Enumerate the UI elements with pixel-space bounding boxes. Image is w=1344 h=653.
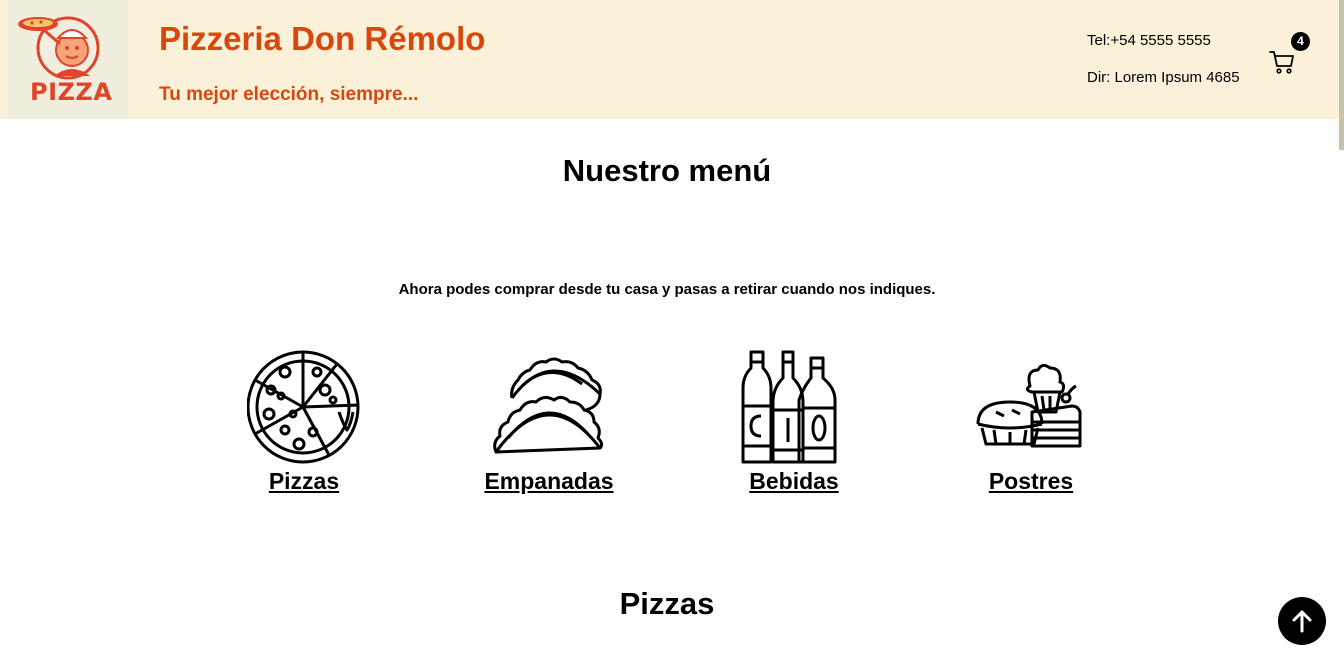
- cart-count-badge: 4: [1291, 32, 1310, 51]
- logo-text: PIZZA: [30, 78, 113, 106]
- cart-icon: [1269, 51, 1294, 74]
- address: Dir: Lorem Ipsum 4685: [1087, 69, 1240, 86]
- category-pizzas[interactable]: Pizzas: [204, 350, 404, 495]
- menu-intro-text: Ahora podes comprar desde tu casa y pasa…: [398, 281, 936, 298]
- category-postres[interactable]: Postres: [931, 350, 1131, 495]
- category-empanadas[interactable]: Empanadas: [449, 350, 649, 495]
- scrollbar-thumb[interactable]: [1339, 0, 1344, 150]
- cart-button[interactable]: [1268, 48, 1296, 76]
- site-header: PIZZA Pizzeria Don Rémolo Tu mejor elecc…: [0, 0, 1344, 119]
- dessert-icon: [976, 363, 1082, 448]
- section-title-pizzas: Pizzas: [619, 586, 715, 621]
- category-label[interactable]: Bebidas: [694, 468, 894, 495]
- empanada-icon: [493, 357, 604, 454]
- site-subtitle: Tu mejor elección, siempre...: [159, 84, 419, 105]
- phone-number: Tel:+54 5555 5555: [1087, 32, 1211, 49]
- category-bebidas[interactable]: Bebidas: [694, 350, 894, 495]
- menu-title: Nuestro menú: [562, 153, 772, 188]
- category-label[interactable]: Postres: [931, 468, 1131, 495]
- bottles-icon: [741, 350, 837, 464]
- site-title: Pizzeria Don Rémolo: [159, 20, 486, 57]
- category-label[interactable]: Pizzas: [204, 468, 404, 495]
- logo[interactable]: PIZZA: [8, 0, 128, 119]
- pizza-icon: [247, 350, 360, 464]
- category-label[interactable]: Empanadas: [449, 468, 649, 495]
- back-to-top-button[interactable]: [1278, 597, 1326, 645]
- arrow-up-icon: [1292, 610, 1312, 633]
